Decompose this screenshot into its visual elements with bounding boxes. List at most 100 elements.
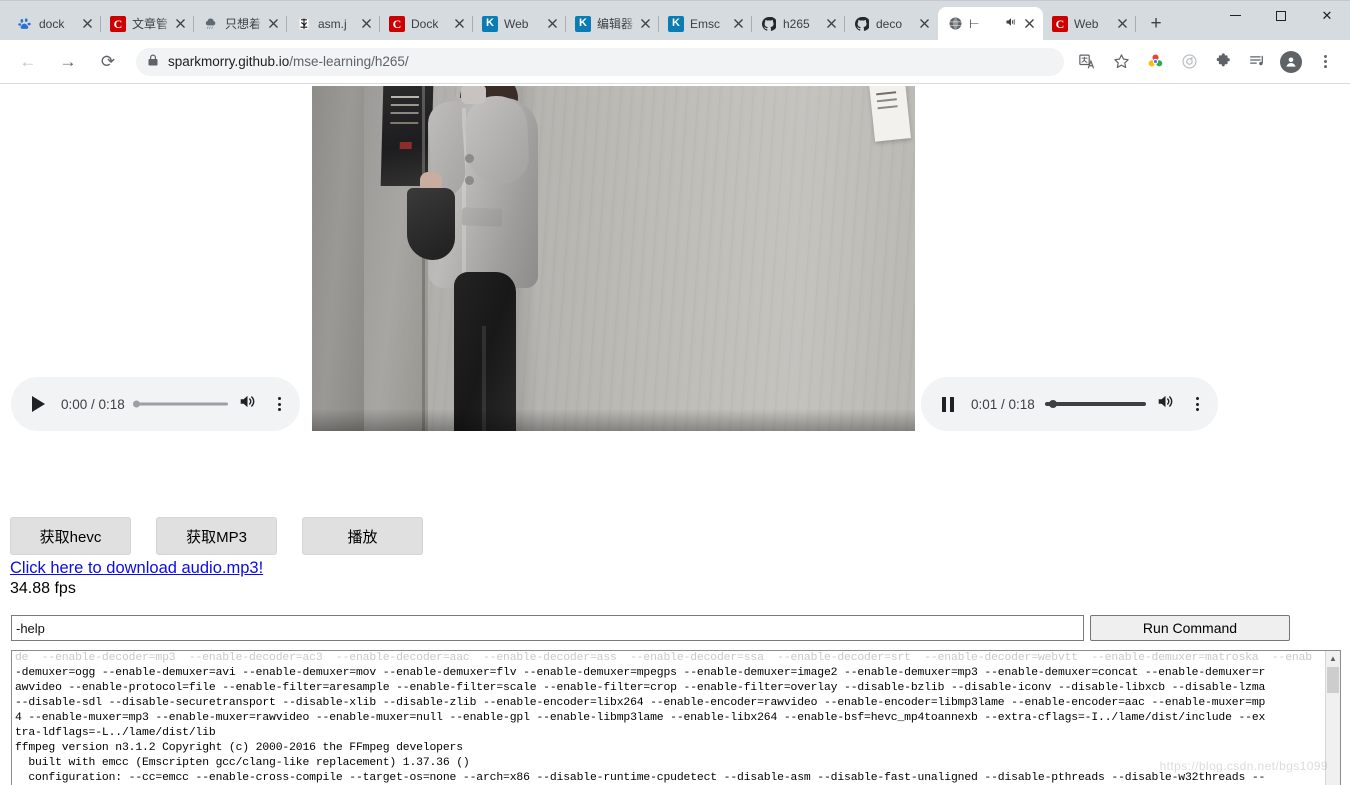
browser-tab[interactable]: h265 bbox=[752, 7, 845, 40]
right-player-seek-slider[interactable] bbox=[1044, 395, 1146, 413]
volume-on-icon[interactable] bbox=[1156, 393, 1178, 415]
browser-tab[interactable]: C Web bbox=[1043, 7, 1136, 40]
video-frame-paper-sign bbox=[869, 86, 911, 142]
play-icon[interactable] bbox=[25, 391, 51, 417]
tab-close-icon[interactable] bbox=[637, 16, 653, 32]
run-command-button[interactable]: Run Command bbox=[1090, 615, 1290, 641]
tab-title: asm.j bbox=[318, 16, 347, 31]
tab-title: ⊢ bbox=[969, 16, 980, 31]
k-blue-icon: K bbox=[575, 15, 591, 32]
tab-close-icon[interactable] bbox=[544, 16, 560, 32]
three-dot-menu-icon[interactable] bbox=[1190, 397, 1204, 411]
command-row: Run Command bbox=[11, 615, 1290, 641]
page-content: 0:00 / 0:18 0:01 / 0:18 获取hevc 获取MP3 播放 … bbox=[0, 84, 1350, 785]
reload-icon[interactable]: ⟳ bbox=[93, 47, 123, 77]
tab-close-icon[interactable] bbox=[358, 16, 374, 32]
tab-title: deco bbox=[876, 16, 903, 31]
console-scrollbar[interactable]: ▲ ▼ bbox=[1325, 651, 1340, 785]
ink-brush-icon bbox=[296, 16, 312, 32]
console-output-panel[interactable]: de --enable-decoder=mp3 --enable-decoder… bbox=[11, 650, 1341, 785]
command-input[interactable] bbox=[11, 615, 1084, 641]
browser-tab[interactable]: deco bbox=[845, 7, 938, 40]
console-text: de --enable-decoder=mp3 --enable-decoder… bbox=[12, 651, 1325, 785]
tab-title: Dock bbox=[411, 16, 439, 31]
console-line: ffmpeg version n3.1.2 Copyright (c) 2000… bbox=[15, 742, 463, 754]
download-audio-link[interactable]: Click here to download audio.mp3! bbox=[10, 559, 263, 578]
tab-close-icon[interactable] bbox=[1114, 16, 1130, 32]
back-icon[interactable]: ← bbox=[13, 47, 43, 77]
baidu-paw-icon bbox=[17, 16, 33, 32]
browser-tab[interactable]: C 文章管 bbox=[101, 7, 194, 40]
video-frame-person bbox=[404, 86, 554, 431]
tab-title: Web bbox=[504, 16, 529, 31]
browser-tab-active[interactable]: ⊢ bbox=[938, 7, 1043, 40]
left-player-seek-slider[interactable] bbox=[132, 395, 228, 413]
left-audio-player[interactable]: 0:00 / 0:18 bbox=[11, 377, 300, 431]
pause-icon[interactable] bbox=[935, 391, 961, 417]
console-line: --disable-sdl --disable-securetransport … bbox=[15, 697, 1266, 709]
browser-tab[interactable]: K 编辑器 bbox=[566, 7, 659, 40]
right-audio-player[interactable]: 0:01 / 0:18 bbox=[921, 377, 1218, 431]
get-hevc-button[interactable]: 获取hevc bbox=[10, 517, 131, 555]
circle-target-icon[interactable] bbox=[1175, 48, 1203, 76]
new-tab-button[interactable]: + bbox=[1142, 9, 1170, 37]
tab-close-icon[interactable] bbox=[451, 16, 467, 32]
browser-tab[interactable]: asm.j bbox=[287, 7, 380, 40]
fps-text: 34.88 fps bbox=[10, 580, 76, 597]
browser-tab[interactable]: K Emsc bbox=[659, 7, 752, 40]
get-mp3-button[interactable]: 获取MP3 bbox=[156, 517, 277, 555]
tab-title: h265 bbox=[783, 16, 810, 31]
scroll-up-arrow-icon[interactable]: ▲ bbox=[1326, 651, 1340, 666]
tab-close-icon[interactable] bbox=[79, 16, 95, 32]
browser-titlebar: dock C 文章管 只想着 asm.j C Dock K Web K 编辑器 K Emsc h265 de… bbox=[0, 0, 1350, 40]
tab-title: dock bbox=[39, 16, 65, 31]
tab-audio-playing-icon[interactable] bbox=[1005, 16, 1019, 31]
csdn-icon: C bbox=[389, 15, 405, 32]
browser-tab[interactable]: dock bbox=[8, 7, 101, 40]
media-playlist-icon[interactable] bbox=[1243, 48, 1271, 76]
puzzle-extensions-icon[interactable] bbox=[1209, 48, 1237, 76]
left-player-time: 0:00 / 0:18 bbox=[61, 396, 125, 412]
csdn-icon: C bbox=[1052, 15, 1068, 32]
tab-strip: dock C 文章管 只想着 asm.j C Dock K Web K 编辑器 K Emsc h265 de… bbox=[0, 0, 1212, 40]
forward-icon[interactable]: → bbox=[53, 47, 83, 77]
colorful-extension-icon[interactable] bbox=[1141, 48, 1169, 76]
browser-tab[interactable]: C Dock bbox=[380, 7, 473, 40]
three-dot-menu-icon[interactable] bbox=[272, 397, 286, 411]
window-controls: ✕ bbox=[1212, 0, 1350, 40]
profile-avatar-icon[interactable] bbox=[1277, 48, 1305, 76]
window-maximize-button[interactable] bbox=[1258, 0, 1304, 31]
console-line: tra-ldflags=-L../lame/dist/lib bbox=[15, 727, 216, 739]
window-minimize-button[interactable] bbox=[1212, 0, 1258, 31]
tab-title: Web bbox=[1074, 16, 1099, 31]
tab-close-icon[interactable] bbox=[1021, 16, 1037, 32]
k-blue-icon: K bbox=[668, 15, 684, 32]
tab-close-icon[interactable] bbox=[730, 16, 746, 32]
tab-close-icon[interactable] bbox=[916, 16, 932, 32]
url-domain: sparkmorry.github.io bbox=[168, 54, 290, 69]
bookmark-star-icon[interactable] bbox=[1107, 48, 1135, 76]
github-icon bbox=[854, 16, 870, 32]
three-dot-menu-icon[interactable] bbox=[1311, 48, 1339, 76]
play-button[interactable]: 播放 bbox=[302, 517, 423, 555]
address-bar[interactable]: sparkmorry.github.io/mse-learning/h265/ bbox=[136, 47, 1064, 76]
cloud-rain-icon bbox=[203, 16, 219, 32]
page-button-row: 获取hevc 获取MP3 播放 bbox=[10, 517, 423, 555]
tab-title: 编辑器 bbox=[597, 17, 634, 31]
tab-close-icon[interactable] bbox=[265, 16, 281, 32]
volume-on-icon[interactable] bbox=[238, 393, 260, 415]
video-player-frame[interactable] bbox=[312, 86, 915, 431]
tab-close-icon[interactable] bbox=[823, 16, 839, 32]
lock-icon bbox=[148, 54, 158, 69]
browser-tab[interactable]: 只想着 bbox=[194, 7, 287, 40]
window-close-button[interactable]: ✕ bbox=[1304, 0, 1350, 31]
browser-window: dock C 文章管 只想着 asm.j C Dock K Web K 编辑器 K Emsc h265 de… bbox=[0, 0, 1350, 785]
scrollbar-thumb[interactable] bbox=[1327, 667, 1339, 693]
url-path: /mse-learning/h265/ bbox=[289, 54, 409, 69]
browser-tab[interactable]: K Web bbox=[473, 7, 566, 40]
translate-icon[interactable] bbox=[1073, 48, 1101, 76]
tab-title: 文章管 bbox=[132, 17, 169, 31]
globe-icon bbox=[947, 16, 963, 32]
tab-close-icon[interactable] bbox=[172, 16, 188, 32]
console-line: de --enable-decoder=mp3 --enable-decoder… bbox=[15, 652, 1312, 664]
